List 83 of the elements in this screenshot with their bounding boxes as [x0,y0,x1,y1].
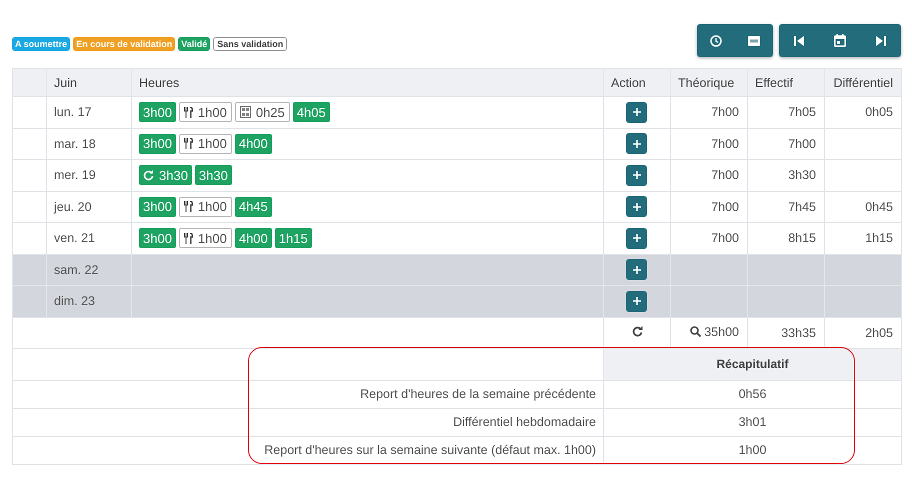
add-button[interactable] [626,102,647,123]
summary-value: 0h56 [738,387,766,401]
time-entry[interactable]: 1h00 [178,134,232,154]
document-icon [748,36,760,46]
time-entry[interactable]: 4h00 [234,228,272,248]
column-header: Théorique [678,76,734,90]
plus-icon [632,297,640,306]
time-entry[interactable]: 3h00 [139,196,176,217]
time-entry[interactable]: 3h30 [194,165,232,186]
column-header: Heures [139,76,180,90]
time-entry[interactable]: 1h00 [178,196,232,217]
difference-hours: 0h05 [865,105,893,120]
fork-knife-icon [184,232,193,244]
fork-knife-icon [184,106,193,118]
skip-forward-icon [876,36,886,46]
day-label: dim. 23 [54,294,95,308]
time-entry[interactable]: 4h05 [292,102,330,122]
plus-icon [632,108,640,116]
theoretical-hours: 7h00 [711,231,739,246]
summary-header: Récapitulatif [604,348,902,380]
day-label: ven. 21 [54,231,96,246]
status-tag: En cours de validation [73,37,176,51]
theoretical-hours: 7h00 [711,200,739,214]
add-button[interactable] [626,228,647,249]
status-tag: Validé [178,37,210,51]
theoretical-hours: 7h00 [711,105,739,120]
day-label: lun. 17 [54,105,92,120]
day-label: mar. 18 [54,136,96,151]
actual-hours: 3h30 [788,168,816,182]
total-actual: 33h35 [781,326,816,340]
theoretical-hours: 7h00 [711,168,739,182]
time-entry[interactable]: 3h00 [139,228,176,248]
actual-hours: 7h45 [788,200,816,214]
plus-icon [632,140,640,148]
actual-hours: 7h05 [788,105,816,120]
skip-back-icon [794,36,804,46]
summary-label: Report d'heures de la semaine précédente [360,387,596,401]
plus-icon [632,202,640,211]
difference-hours: 0h45 [865,200,893,214]
time-entry[interactable]: 4h00 [234,134,272,154]
total-theoretical: 35h00 [704,324,739,339]
add-button[interactable] [626,133,647,154]
time-entry[interactable]: 4h45 [234,196,272,217]
day-label: mer. 19 [54,168,96,182]
plus-icon [632,234,640,242]
column-header: Effectif [755,76,793,90]
add-button[interactable] [626,259,647,280]
summary-label: Report d'heures sur la semaine suivante (défaut max. 1h00) [264,443,596,457]
time-entry[interactable]: 3h00 [139,102,176,122]
column-header: Différentiel [833,76,893,90]
time-entry[interactable]: 1h15 [274,228,312,248]
add-button[interactable] [626,164,647,186]
column-header: Action [611,76,646,90]
time-entry[interactable]: 0h25 [234,102,290,122]
theoretical-hours: 7h00 [711,136,739,151]
calendar-icon [834,34,846,47]
summary-value: 3h01 [738,415,766,429]
time-entry[interactable]: 1h00 [178,228,232,248]
day-label: sam. 22 [54,262,98,277]
add-button[interactable] [626,290,647,312]
search-icon[interactable] [690,326,702,338]
total-difference: 2h05 [865,326,893,340]
time-entry[interactable]: 3h30 [139,165,192,186]
summary-value: 1h00 [738,443,766,457]
status-tag: A soumettre [12,37,70,51]
plus-icon [632,266,640,274]
fork-knife-icon [184,201,193,212]
summary-label: Différentiel hebdomadaire [453,415,596,429]
grid-icon [240,106,251,118]
plus-icon [632,171,640,180]
actual-hours: 7h00 [788,136,816,151]
add-button[interactable] [626,196,647,218]
time-entry[interactable]: 1h00 [178,102,232,122]
clock-icon [710,34,722,46]
time-entry[interactable]: 3h00 [139,134,176,154]
refresh-icon[interactable] [632,326,642,336]
column-header: Juin [54,76,77,90]
cycle-arrow-icon [143,170,154,181]
day-label: jeu. 20 [54,200,92,214]
actual-hours: 8h15 [788,231,816,246]
fork-knife-icon [184,138,193,150]
status-tag: Sans validation [213,37,288,51]
difference-hours: 1h15 [865,231,893,246]
